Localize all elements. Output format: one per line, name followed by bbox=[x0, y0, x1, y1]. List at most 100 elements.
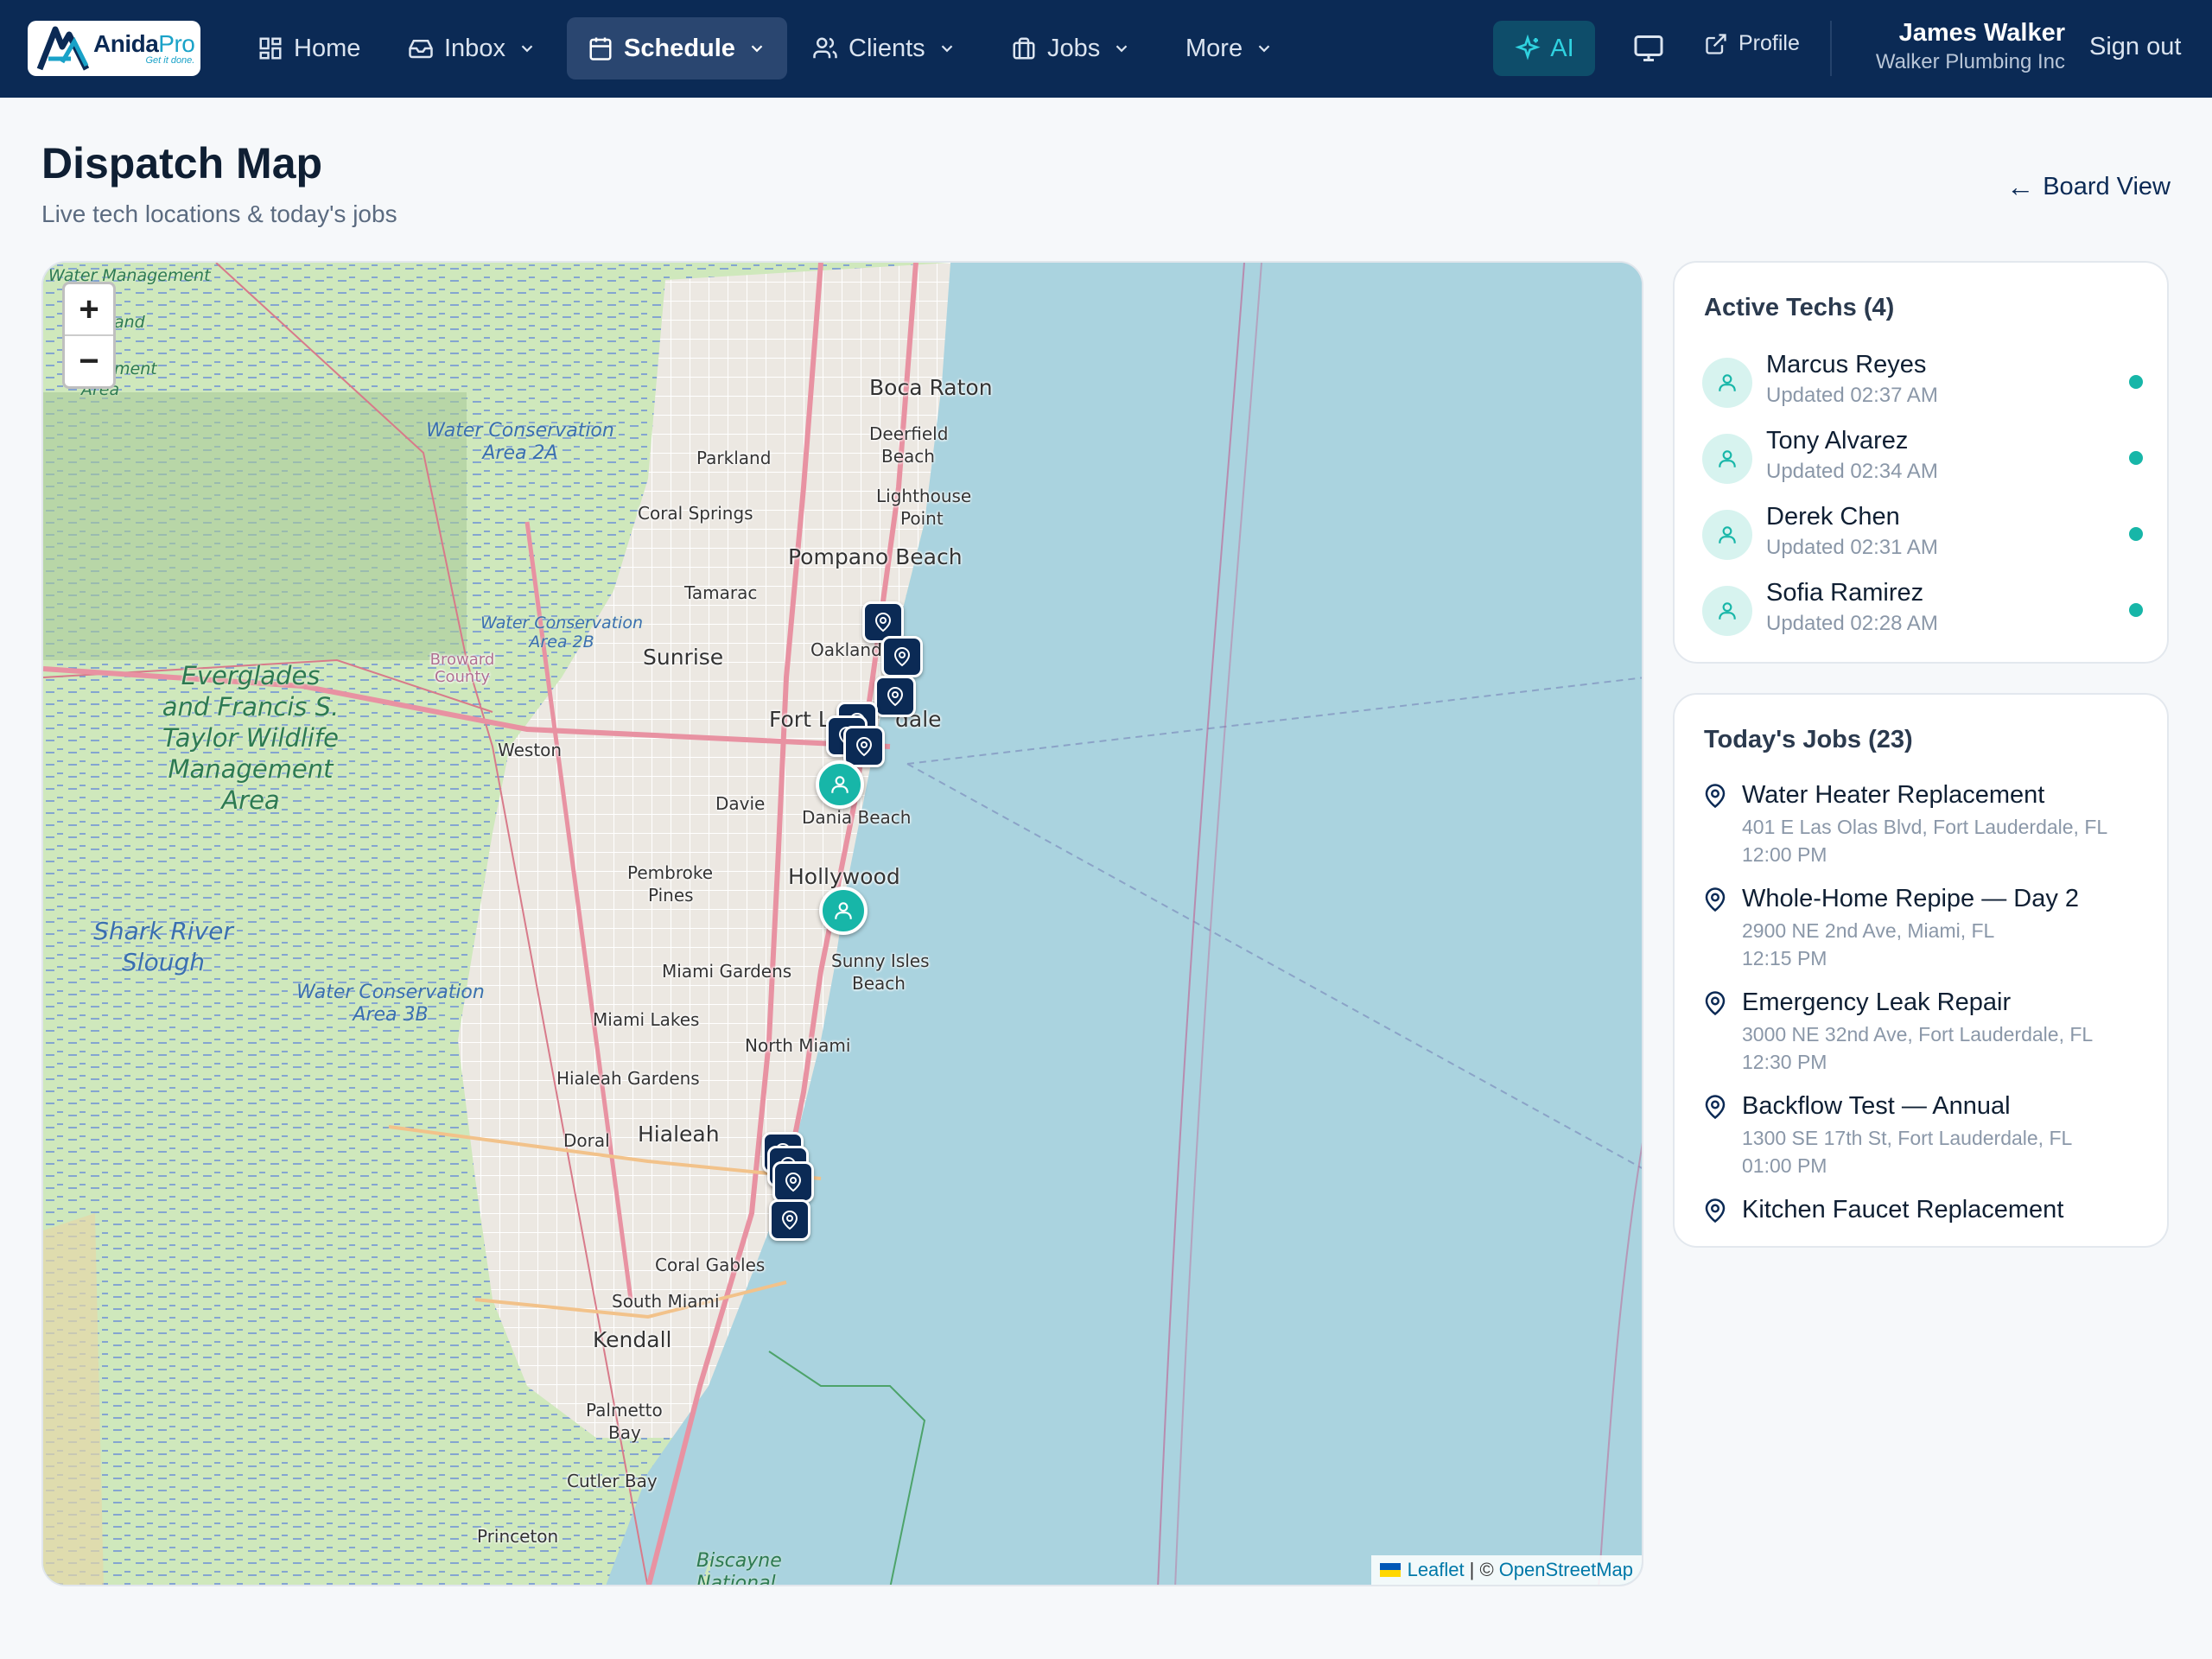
map-label-wm-ment: ment bbox=[114, 359, 157, 378]
map-label-boca-raton: Boca Raton bbox=[869, 375, 993, 400]
tech-marker[interactable] bbox=[816, 760, 864, 809]
map-pin-icon bbox=[781, 1211, 798, 1230]
tech-updated: Updated 02:28 AM bbox=[1766, 612, 1938, 635]
map-label-wm-and: and bbox=[114, 313, 145, 332]
chevron-down-icon bbox=[747, 39, 766, 58]
chevron-down-icon bbox=[1112, 39, 1131, 58]
chevron-down-icon bbox=[1255, 39, 1274, 58]
map-label-miami-gardens: Miami Gardens bbox=[662, 961, 792, 982]
monitor-icon[interactable] bbox=[1633, 33, 1664, 64]
map-label-wca2b: Water Conservation Area 2B bbox=[480, 613, 643, 652]
nav-clients[interactable]: Clients bbox=[791, 17, 977, 79]
map-label-palmetto: Palmetto bbox=[586, 1400, 663, 1421]
logo-tagline: Get it done. bbox=[145, 55, 195, 66]
ai-button[interactable]: AI bbox=[1493, 21, 1595, 76]
map-pin-icon bbox=[855, 737, 873, 757]
grid-icon bbox=[257, 35, 283, 61]
tech-row[interactable]: Marcus Reyes Updated 02:37 AM bbox=[1702, 349, 2143, 418]
job-title: Kitchen Faucet Replacement bbox=[1742, 1196, 2064, 1224]
job-address: 1300 SE 17th St, Fort Lauderdale, FL bbox=[1742, 1127, 2073, 1149]
job-row[interactable]: Kitchen Faucet Replacement bbox=[1702, 1196, 2152, 1246]
active-techs-card: Active Techs (4) Marcus Reyes Updated 02… bbox=[1673, 261, 2169, 664]
dispatch-map[interactable]: Water Management and ment Area Boca Rato… bbox=[41, 261, 1643, 1586]
map-pin-icon bbox=[893, 647, 911, 667]
map-label-biscayne: Biscayne bbox=[696, 1550, 782, 1572]
map-label-kendall: Kendall bbox=[593, 1327, 672, 1352]
map-label-north-miami: North Miami bbox=[745, 1035, 851, 1056]
todays-jobs-title: Today's Jobs (23) bbox=[1704, 726, 1913, 753]
map-label-wca3b: Water Conservation Area 3B bbox=[296, 982, 485, 1026]
tech-marker[interactable] bbox=[819, 887, 868, 935]
online-status-dot bbox=[2129, 375, 2143, 389]
zoom-out-button[interactable]: − bbox=[65, 334, 113, 386]
job-row[interactable]: Water Heater Replacement 401 E Las Olas … bbox=[1702, 781, 2152, 876]
job-address: 2900 NE 2nd Ave, Miami, FL bbox=[1742, 919, 1995, 942]
openstreetmap-link[interactable]: OpenStreetMap bbox=[1499, 1559, 1633, 1581]
online-status-dot bbox=[2129, 527, 2143, 541]
job-title: Water Heater Replacement bbox=[1742, 781, 2045, 809]
top-nav: AnidaPro Get it done. Home Inbox Schedul… bbox=[0, 0, 2212, 98]
user-name: James Walker bbox=[1898, 19, 2065, 47]
anidapro-logo[interactable]: AnidaPro Get it done. bbox=[28, 21, 200, 76]
map-label-pompano: Pompano Beach bbox=[788, 544, 963, 569]
nav-more[interactable]: More bbox=[1165, 17, 1294, 79]
job-row[interactable]: Emergency Leak Repair 3000 NE 32nd Ave, … bbox=[1702, 988, 2152, 1084]
map-pin-icon bbox=[1705, 1095, 1726, 1120]
logo-mark-icon bbox=[36, 26, 90, 71]
job-address: 401 E Las Olas Blvd, Fort Lauderdale, FL bbox=[1742, 816, 2108, 838]
profile-link[interactable]: Profile bbox=[1704, 31, 1800, 56]
board-view-label: Board View bbox=[2043, 173, 2171, 200]
tech-row[interactable]: Tony Alvarez Updated 02:34 AM bbox=[1702, 425, 2143, 494]
job-marker[interactable] bbox=[874, 676, 916, 717]
nav-home-label: Home bbox=[294, 34, 361, 62]
tech-row[interactable]: Derek Chen Updated 02:31 AM bbox=[1702, 501, 2143, 570]
todays-jobs-card: Today's Jobs (23) Water Heater Replaceme… bbox=[1673, 693, 2169, 1248]
map-label-palmetto-bay: Bay bbox=[608, 1422, 641, 1443]
user-icon bbox=[1702, 434, 1752, 484]
map-pin-icon bbox=[1705, 784, 1726, 809]
tech-name: Derek Chen bbox=[1766, 503, 1900, 531]
map-label-broward: Broward County bbox=[429, 651, 495, 686]
sparkles-icon bbox=[1515, 35, 1541, 60]
zoom-control: + − bbox=[62, 282, 116, 389]
user-block: James Walker Walker Plumbing Inc bbox=[1849, 17, 2065, 76]
map-label-miami-lakes: Miami Lakes bbox=[593, 1009, 700, 1030]
nav-schedule[interactable]: Schedule bbox=[567, 17, 787, 79]
map-label-pembroke: Pembroke bbox=[627, 862, 714, 883]
map-label-coral-springs: Coral Springs bbox=[638, 503, 753, 524]
map-label-weston: Weston bbox=[498, 740, 563, 760]
attribution-separator: | © bbox=[1469, 1559, 1494, 1580]
map-label-princeton: Princeton bbox=[477, 1526, 559, 1547]
board-view-link[interactable]: ← Board View bbox=[2006, 171, 2171, 203]
job-row[interactable]: Backflow Test — Annual 1300 SE 17th St, … bbox=[1702, 1092, 2152, 1187]
user-icon bbox=[1702, 586, 1752, 636]
map-pin-icon bbox=[1705, 991, 1726, 1016]
ukraine-flag-icon bbox=[1379, 1563, 1401, 1577]
zoom-in-button[interactable]: + bbox=[65, 284, 113, 334]
job-marker[interactable] bbox=[772, 1161, 814, 1203]
user-icon bbox=[1702, 510, 1752, 560]
tech-row[interactable]: Sofia Ramirez Updated 02:28 AM bbox=[1702, 577, 2143, 646]
map-label-dania: Dania Beach bbox=[802, 807, 912, 828]
job-marker[interactable] bbox=[769, 1199, 810, 1241]
nav-inbox-label: Inbox bbox=[444, 34, 505, 62]
nav-jobs[interactable]: Jobs bbox=[990, 17, 1152, 79]
map-label-national: National bbox=[696, 1573, 776, 1586]
job-marker[interactable] bbox=[843, 726, 885, 767]
nav-home[interactable]: Home bbox=[237, 17, 381, 79]
users-icon bbox=[812, 35, 838, 61]
job-time: 01:00 PM bbox=[1742, 1154, 1827, 1177]
map-label-hialeah-gardens: Hialeah Gardens bbox=[556, 1068, 700, 1089]
job-marker[interactable] bbox=[881, 636, 923, 677]
arrow-left-icon: ← bbox=[2006, 171, 2035, 202]
nav-inbox[interactable]: Inbox bbox=[387, 17, 557, 79]
user-company: Walker Plumbing Inc bbox=[1875, 50, 2065, 73]
chevron-down-icon bbox=[938, 39, 957, 58]
job-row[interactable]: Whole-Home Repipe — Day 2 2900 NE 2nd Av… bbox=[1702, 885, 2152, 980]
map-label-lighthouse: Lighthouse bbox=[876, 486, 972, 506]
sign-out-button[interactable]: Sign out bbox=[2089, 33, 2181, 61]
map-label-sunny-beach: Beach bbox=[852, 973, 906, 994]
map-label-shark-river: Shark River Slough bbox=[93, 917, 233, 976]
leaflet-link[interactable]: Leaflet bbox=[1408, 1559, 1465, 1581]
online-status-dot bbox=[2129, 603, 2143, 617]
